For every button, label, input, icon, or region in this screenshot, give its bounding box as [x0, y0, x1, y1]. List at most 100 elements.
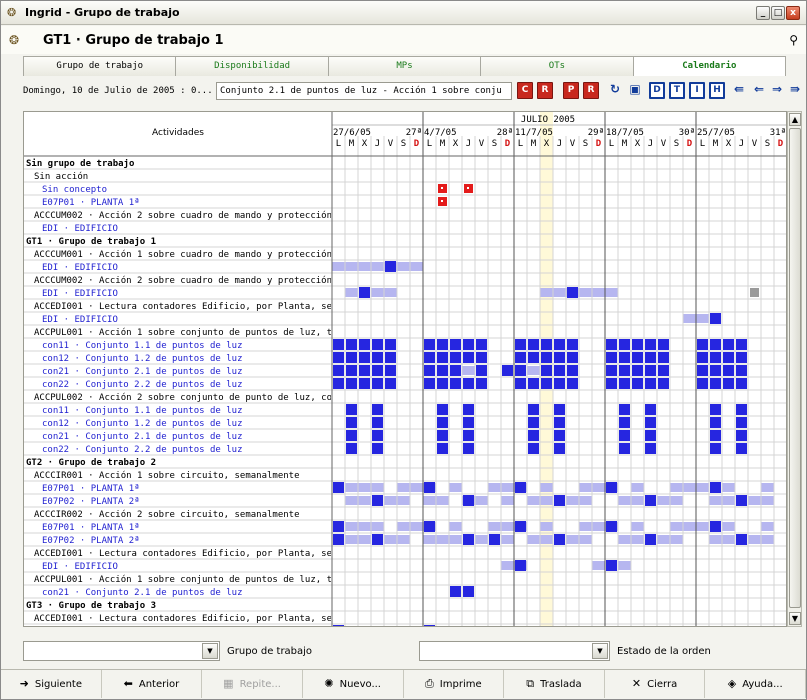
- scheduled-cell: [554, 365, 565, 376]
- tab-disponibilidad[interactable]: Disponibilidad: [176, 57, 329, 76]
- minimize-button[interactable]: _: [756, 6, 770, 20]
- scheduled-cell: [437, 417, 448, 428]
- planned-bar: [527, 496, 540, 505]
- day-letter: V: [479, 139, 485, 149]
- order-status-select[interactable]: ▼: [419, 641, 610, 661]
- day-view-button[interactable]: D: [649, 82, 665, 99]
- h-view-button[interactable]: H: [709, 82, 725, 99]
- planned-bar: [410, 262, 423, 271]
- repeat-label: Repite...: [239, 679, 281, 690]
- scheduled-cell: [515, 482, 526, 493]
- day-letter: J: [375, 139, 380, 149]
- scheduled-cell: [645, 495, 656, 506]
- scheduled-cell: [424, 339, 435, 350]
- scroll-down-button[interactable]: ▼: [789, 612, 801, 625]
- tab-mps[interactable]: MPs: [328, 57, 482, 76]
- close-window-button[interactable]: x: [786, 6, 800, 20]
- c-calendar-button[interactable]: C: [517, 82, 533, 99]
- scheduled-cell: [736, 534, 747, 545]
- selected-activity-field[interactable]: Conjunto 2.1 de puntos de luz - Acción 1…: [216, 82, 512, 100]
- maximize-button[interactable]: □: [771, 6, 785, 20]
- r-real-button[interactable]: R: [583, 82, 599, 99]
- scheduled-cell: [645, 430, 656, 441]
- planned-bar: [345, 522, 358, 531]
- scheduled-cell: [541, 339, 552, 350]
- scheduled-cell: [541, 378, 552, 389]
- prev-page-icon[interactable]: ⇐: [751, 82, 767, 99]
- refresh-icon[interactable]: ↻: [607, 82, 623, 99]
- planned-bar: [761, 535, 774, 544]
- planned-bar: [345, 262, 358, 271]
- t-view-button[interactable]: T: [669, 82, 685, 99]
- binoculars-icon[interactable]: ⚲: [789, 33, 798, 47]
- scheduled-cell: [437, 404, 448, 415]
- day-letter: S: [583, 139, 588, 149]
- planned-bar: [475, 535, 488, 544]
- activity-row-label: con22 · Conjunto 2.2 de puntos de luz: [42, 445, 242, 455]
- scheduled-cell: [372, 495, 383, 506]
- activity-calendar-grid[interactable]: Actividades JULIO 2005 27/6/05 27ª 4/7/05 28ª…: [23, 111, 787, 627]
- scroll-thumb[interactable]: [789, 128, 801, 608]
- day-letter: X: [362, 139, 368, 149]
- i-view-button[interactable]: I: [689, 82, 705, 99]
- last-page-icon[interactable]: ⇛: [787, 82, 803, 99]
- first-page-icon[interactable]: ⇚: [731, 82, 747, 99]
- print-button[interactable]: ⎙ Imprime: [404, 670, 505, 698]
- next-button[interactable]: ➜ Siguiente: [1, 670, 102, 698]
- planned-bar: [631, 483, 644, 492]
- scheduled-cell: [632, 365, 643, 376]
- scheduled-cell: [346, 430, 357, 441]
- repeat-button[interactable]: ▦ Repite...: [202, 670, 303, 698]
- scroll-up-button[interactable]: ▲: [789, 113, 801, 126]
- work-group-select[interactable]: ▼: [23, 641, 220, 661]
- scheduled-cell: [619, 378, 630, 389]
- planned-bar: [722, 496, 735, 505]
- scheduled-cell: [346, 339, 357, 350]
- day-letter: V: [388, 139, 394, 149]
- new-button[interactable]: ✺ Nuevo...: [303, 670, 404, 698]
- red-mark-dot: [467, 187, 469, 189]
- new-icon: ✺: [324, 677, 334, 690]
- scheduled-cell: [359, 365, 370, 376]
- scheduled-cell: [619, 352, 630, 363]
- vertical-scrollbar[interactable]: ▲ ▼: [787, 111, 802, 627]
- day-letter: L: [700, 139, 705, 149]
- scheduled-cell: [463, 443, 474, 454]
- scheduled-cell: [424, 365, 435, 376]
- tab-ots[interactable]: OTs: [481, 57, 634, 76]
- activity-row-label: ACCPUL001 · Acción 1 sobre conjunto de p…: [34, 574, 332, 585]
- planned-bar: [566, 535, 579, 544]
- day-letter: M: [622, 139, 628, 149]
- move-icon: ⧉: [526, 677, 535, 690]
- activity-row-label: ACCCIR001 · Acción 1 sobre circuito, sem…: [34, 470, 300, 481]
- close-x-icon: ✕: [631, 677, 642, 690]
- planned-bar: [410, 522, 423, 531]
- repeat-icon: ▦: [223, 677, 234, 690]
- r-calendar-button[interactable]: R: [537, 82, 553, 99]
- planned-bar: [449, 483, 462, 492]
- planned-bar: [358, 522, 371, 531]
- paste-icon[interactable]: ▣: [627, 82, 643, 99]
- close-button[interactable]: ✕ Cierra: [605, 670, 706, 698]
- planned-bar: [579, 535, 592, 544]
- planned-bar: [371, 522, 384, 531]
- activity-row-label: Sin concepto: [42, 185, 107, 195]
- previous-button[interactable]: ⬅ Anterior: [102, 670, 203, 698]
- planned-bar: [696, 314, 709, 323]
- next-page-icon[interactable]: ⇒: [769, 82, 785, 99]
- scheduled-cell: [567, 378, 578, 389]
- scheduled-cell: [528, 430, 539, 441]
- red-mark-dot: [441, 200, 443, 202]
- scheduled-cell: [606, 339, 617, 350]
- help-button[interactable]: ◈ Ayuda...: [705, 670, 806, 698]
- p-planned-button[interactable]: P: [563, 82, 579, 99]
- planned-bar: [540, 288, 553, 297]
- week-number-label: 29ª: [588, 128, 604, 138]
- planned-bar: [566, 496, 579, 505]
- move-button[interactable]: ⧉ Traslada: [504, 670, 605, 698]
- chevron-down-icon[interactable]: ▼: [202, 643, 218, 659]
- scheduled-cell: [515, 560, 526, 571]
- tab-calendario[interactable]: Calendario: [633, 57, 786, 76]
- tab-grupo-de-trabajo[interactable]: Grupo de trabajo: [24, 57, 177, 76]
- chevron-down-icon[interactable]: ▼: [592, 643, 608, 659]
